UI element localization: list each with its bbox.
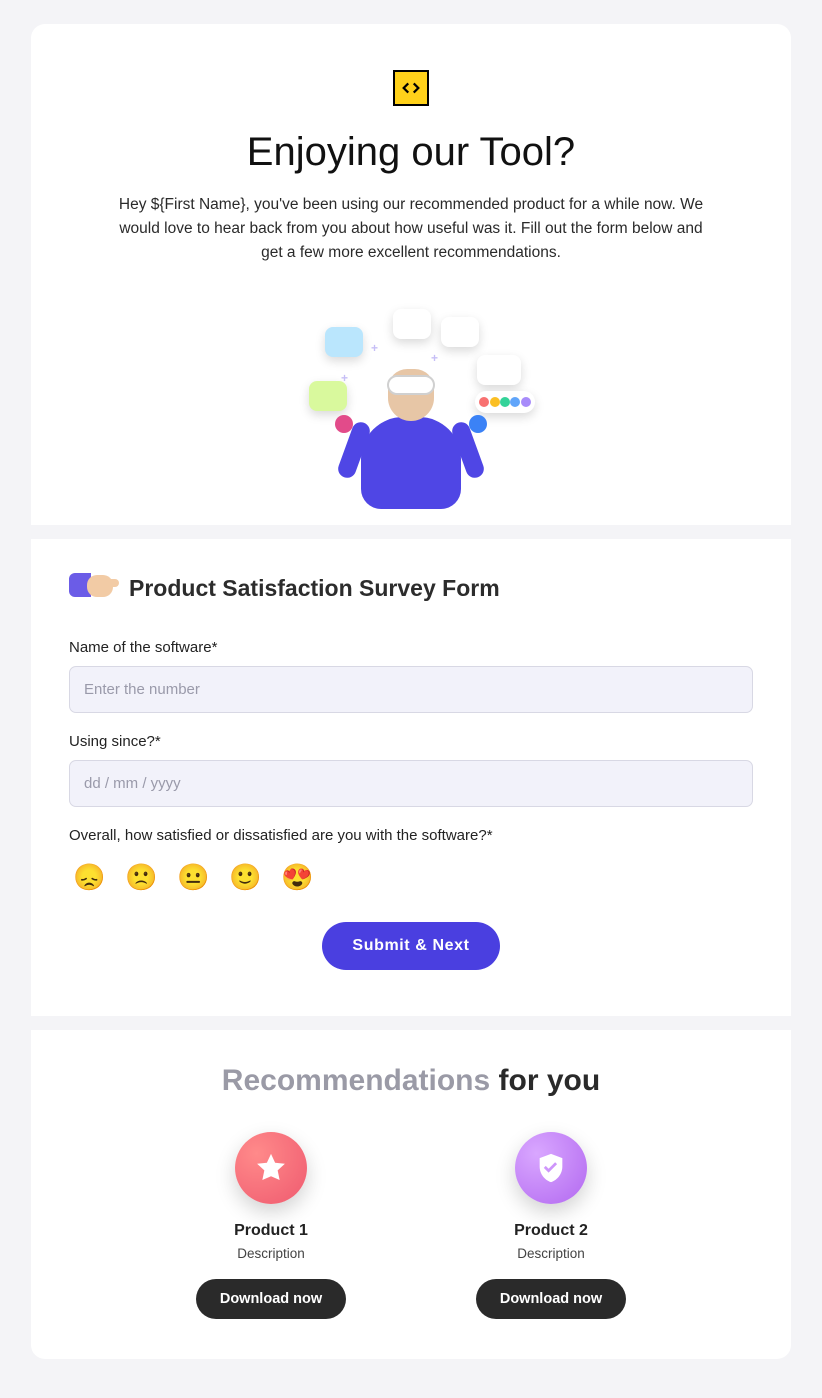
product-1-title: Product 1 bbox=[234, 1222, 308, 1240]
satisfaction-label: Overall, how satisfied or dissatisfied a… bbox=[69, 827, 753, 844]
intro-text: Hey ${First Name}, you've been using our… bbox=[116, 193, 706, 265]
star-icon bbox=[235, 1132, 307, 1204]
software-name-label: Name of the software* bbox=[69, 639, 753, 656]
recommendations-title: Recommendations for you bbox=[69, 1064, 753, 1098]
brand-logo bbox=[69, 70, 753, 106]
emoji-satisfied[interactable]: 🙂 bbox=[229, 862, 259, 892]
field-using-since: Using since?* bbox=[69, 733, 753, 807]
form-header: Product Satisfaction Survey Form bbox=[69, 565, 753, 611]
form-title: Product Satisfaction Survey Form bbox=[129, 575, 500, 602]
product-1-desc: Description bbox=[237, 1246, 305, 1261]
survey-form-section: Product Satisfaction Survey Form Name of… bbox=[45, 539, 777, 1000]
submit-button[interactable]: Submit & Next bbox=[322, 922, 499, 970]
recommendations-section: Recommendations for you Product 1 Descri… bbox=[45, 1030, 777, 1343]
product-2-desc: Description bbox=[517, 1246, 585, 1261]
product-card-1: Product 1 Description Download now bbox=[171, 1132, 371, 1319]
header-section: Enjoying our Tool? Hey ${First Name}, yo… bbox=[45, 38, 777, 509]
field-satisfaction: Overall, how satisfied or dissatisfied a… bbox=[69, 827, 753, 892]
shield-check-icon bbox=[515, 1132, 587, 1204]
field-software-name: Name of the software* bbox=[69, 639, 753, 713]
product-2-title: Product 2 bbox=[514, 1222, 588, 1240]
pointing-hand-icon bbox=[69, 565, 115, 611]
using-since-label: Using since?* bbox=[69, 733, 753, 750]
recommendations-title-accent: Recommendations bbox=[222, 1064, 490, 1097]
hero-illustration: + + + bbox=[281, 299, 541, 509]
products-row: Product 1 Description Download now Produ… bbox=[69, 1132, 753, 1319]
using-since-input[interactable] bbox=[69, 760, 753, 807]
emoji-dissatisfied[interactable]: 🙁 bbox=[125, 862, 155, 892]
software-name-input[interactable] bbox=[69, 666, 753, 713]
page-title: Enjoying our Tool? bbox=[69, 130, 753, 175]
emoji-rating-row: 😞 🙁 😐 🙂 😍 bbox=[69, 854, 753, 892]
emoji-very-dissatisfied[interactable]: 😞 bbox=[73, 862, 103, 892]
recommendations-title-rest: for you bbox=[490, 1064, 600, 1097]
product-card-2: Product 2 Description Download now bbox=[451, 1132, 651, 1319]
emoji-very-satisfied[interactable]: 😍 bbox=[281, 862, 311, 892]
email-template: Enjoying our Tool? Hey ${First Name}, yo… bbox=[31, 24, 791, 1359]
code-icon bbox=[393, 70, 429, 106]
product-2-download-button[interactable]: Download now bbox=[476, 1279, 626, 1319]
emoji-neutral[interactable]: 😐 bbox=[177, 862, 207, 892]
product-1-download-button[interactable]: Download now bbox=[196, 1279, 346, 1319]
